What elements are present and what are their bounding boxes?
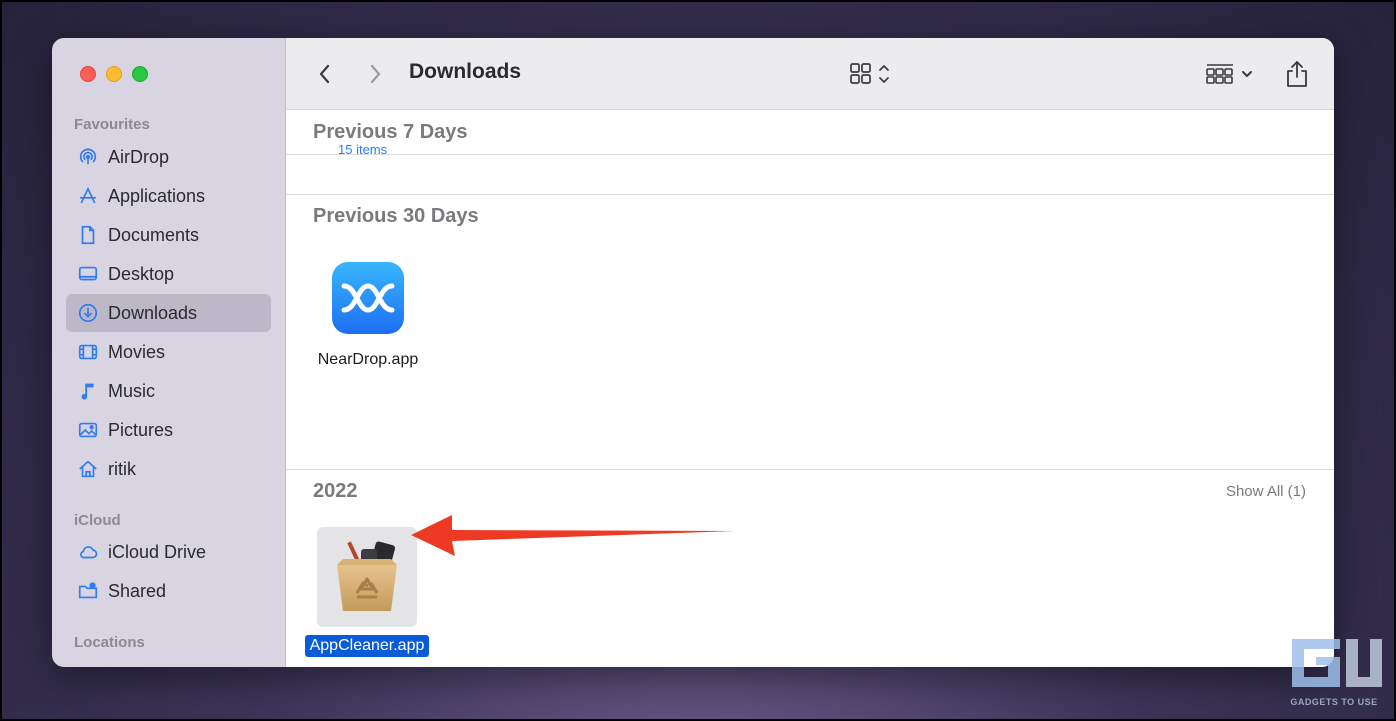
main-pane: Downloads Previous 7 Days 15 items Previ… xyxy=(286,38,1334,667)
group-by-button[interactable] xyxy=(1204,56,1260,92)
view-options-button[interactable] xyxy=(846,56,898,92)
sidebar-item-label: AirDrop xyxy=(108,146,170,167)
sidebar-item-downloads[interactable]: Downloads xyxy=(66,294,271,332)
shared-folder-icon xyxy=(76,579,100,603)
chevron-left-icon xyxy=(316,62,334,86)
divider xyxy=(286,154,1334,155)
group-header: Previous 7 Days xyxy=(313,121,468,143)
sidebar-item-label: Movies xyxy=(108,341,166,362)
sidebar-item-label: Documents xyxy=(108,224,200,245)
cloud-icon xyxy=(76,540,100,564)
appcleaner-app-icon xyxy=(317,527,417,627)
sidebar-item-shared[interactable]: Shared xyxy=(66,572,271,610)
grid-view-icon xyxy=(847,61,897,87)
music-note-icon xyxy=(76,379,100,403)
sidebar-item-documents[interactable]: Documents xyxy=(66,216,271,254)
file-item-selected[interactable]: AppCleaner.app xyxy=(299,527,435,657)
forward-button[interactable] xyxy=(360,56,390,92)
window-title: Downloads xyxy=(409,60,522,83)
close-button[interactable] xyxy=(80,66,96,82)
sidebar-item-label: Music xyxy=(108,380,156,401)
share-button[interactable] xyxy=(1282,56,1312,92)
neardrop-app-icon xyxy=(330,260,406,341)
sidebar-item-label: Applications xyxy=(108,185,206,206)
airdrop-icon xyxy=(76,145,100,169)
document-icon xyxy=(76,223,100,247)
sidebar-item-label: ritik xyxy=(108,458,136,479)
share-icon xyxy=(1284,59,1310,89)
watermark-logo: GADGETS TO USE xyxy=(1284,635,1384,707)
desktop-icon xyxy=(76,262,100,286)
divider xyxy=(286,469,1334,470)
sidebar-item-desktop[interactable]: Desktop xyxy=(66,255,271,293)
sidebar-section-favourites: Favourites xyxy=(74,116,150,133)
minimize-button[interactable] xyxy=(106,66,122,82)
sidebar-item-label: iCloud Drive xyxy=(108,541,207,562)
sidebar: Favourites AirDrop Applications Document… xyxy=(52,38,286,667)
toolbar: Downloads xyxy=(286,38,1334,110)
sidebar-item-icloud-drive[interactable]: iCloud Drive xyxy=(66,533,271,571)
group-header: 2022 xyxy=(313,480,358,502)
home-icon xyxy=(76,457,100,481)
file-area: Previous 7 Days 15 items Previous 30 Day… xyxy=(286,110,1334,667)
sidebar-item-label: Pictures xyxy=(108,419,174,440)
sidebar-item-home[interactable]: ritik xyxy=(66,450,271,488)
sidebar-item-label: Downloads xyxy=(108,302,198,323)
sidebar-item-label: Shared xyxy=(108,580,167,601)
collapsed-items-hint: 15 items xyxy=(338,142,388,154)
back-button[interactable] xyxy=(310,56,340,92)
show-all-link[interactable]: Show All (1) xyxy=(1226,483,1306,500)
watermark-text: GADGETS TO USE xyxy=(1290,697,1378,707)
zoom-button[interactable] xyxy=(132,66,148,82)
download-icon xyxy=(76,301,100,325)
file-name: AppCleaner.app xyxy=(304,635,430,657)
sidebar-item-movies[interactable]: Movies xyxy=(66,333,271,371)
sidebar-section-locations: Locations xyxy=(74,634,145,651)
film-icon xyxy=(76,340,100,364)
chevron-right-icon xyxy=(366,62,384,86)
window-controls xyxy=(80,66,148,82)
sidebar-item-music[interactable]: Music xyxy=(66,372,271,410)
sidebar-item-pictures[interactable]: Pictures xyxy=(66,411,271,449)
file-name: NearDrop.app xyxy=(317,351,419,368)
divider xyxy=(286,194,1334,195)
sidebar-item-applications[interactable]: Applications xyxy=(66,177,271,215)
group-header: Previous 30 Days xyxy=(313,205,479,227)
file-item[interactable]: NearDrop.app xyxy=(313,260,423,371)
picture-icon xyxy=(76,418,100,442)
finder-window: Favourites AirDrop Applications Document… xyxy=(52,38,1334,667)
group-by-icon xyxy=(1205,61,1259,87)
sidebar-item-label: Desktop xyxy=(108,263,175,284)
applications-icon xyxy=(76,184,100,208)
sidebar-item-airdrop[interactable]: AirDrop xyxy=(66,138,271,176)
sidebar-section-icloud: iCloud xyxy=(74,512,121,529)
